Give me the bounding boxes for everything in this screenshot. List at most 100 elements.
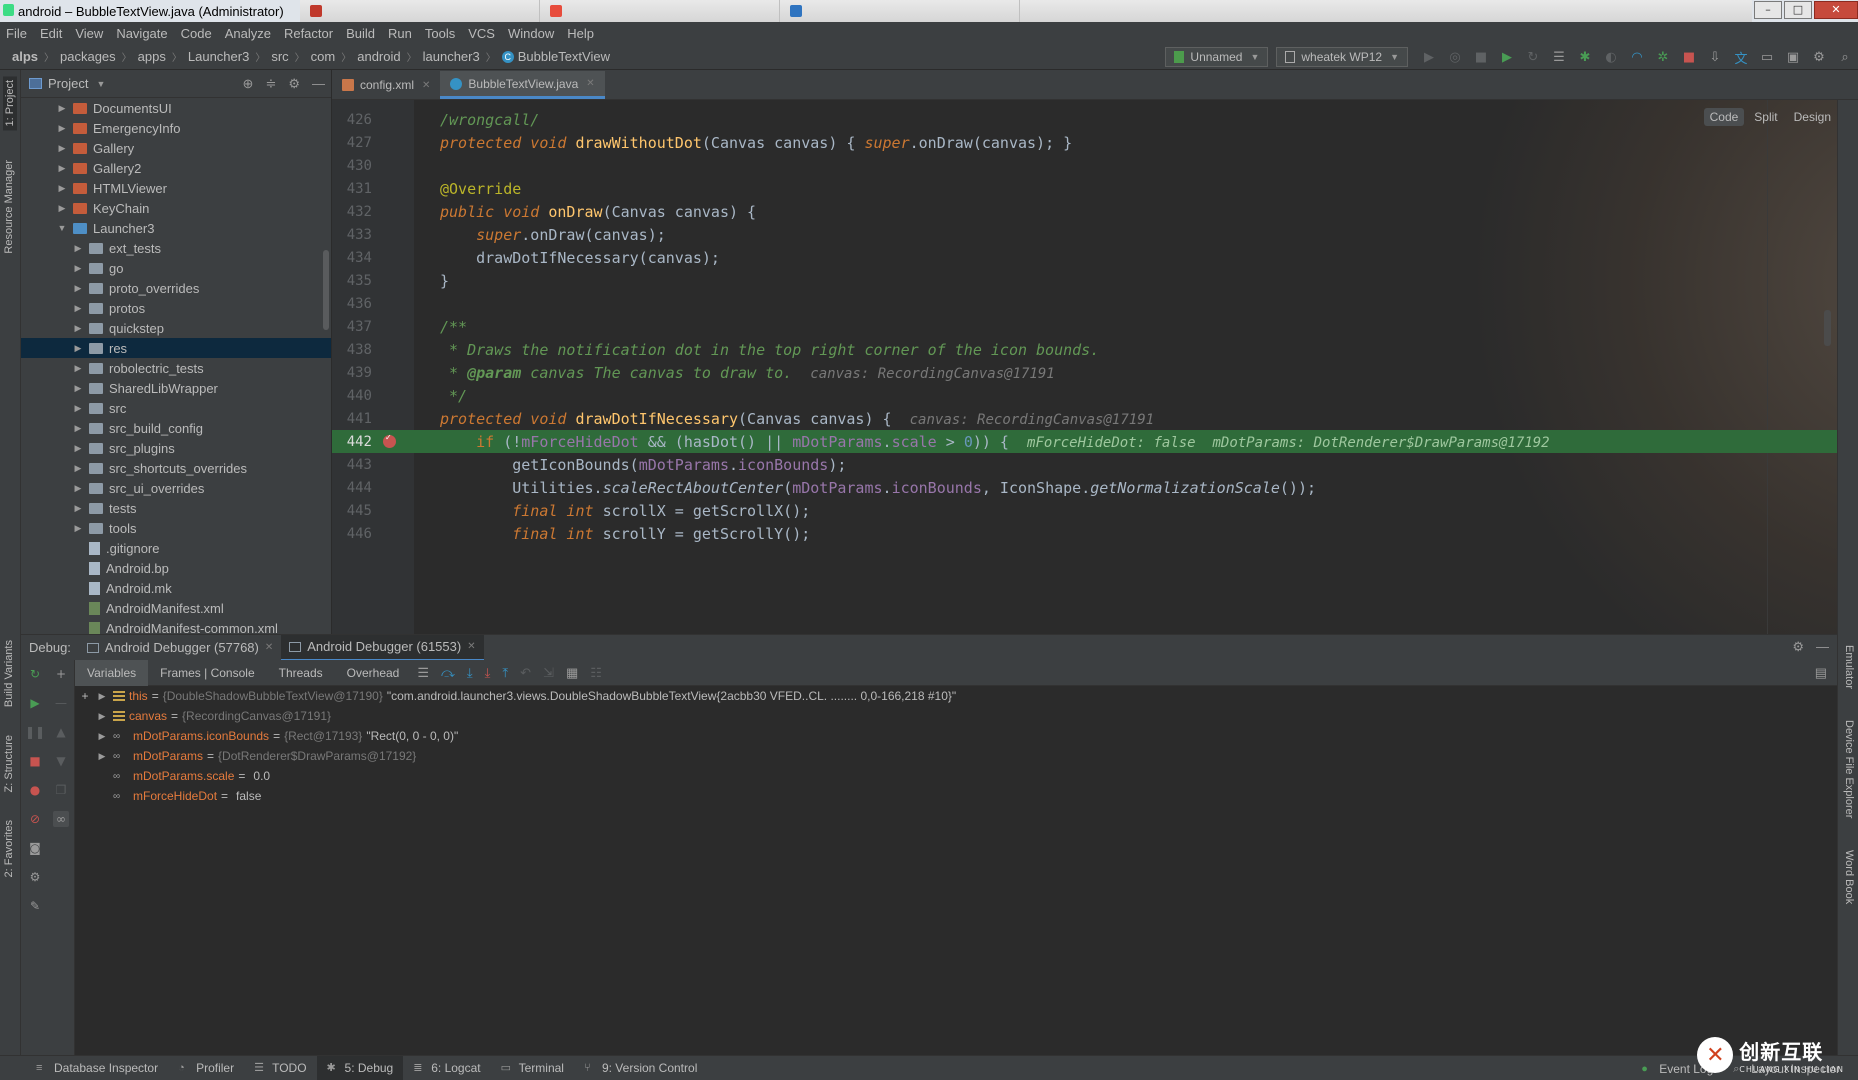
device-manager-icon[interactable]: ⚙ — [1810, 48, 1828, 66]
close-icon[interactable]: ✕ — [586, 78, 594, 89]
pause-icon[interactable]: ❚❚ — [25, 724, 45, 740]
tree-item[interactable]: ▶ src_ui_overrides — [21, 478, 331, 498]
tool-tab-project[interactable]: 1: Project — [3, 76, 17, 131]
breadcrumb-item[interactable]: apps — [138, 49, 166, 64]
breadcrumb-item[interactable]: android — [357, 49, 400, 64]
tool-tab-build-variants[interactable]: Build Variants — [3, 640, 15, 707]
step-out-icon[interactable]: ⤒ — [502, 665, 508, 681]
variable-row[interactable]: ▶ ∞ mDotParams.iconBounds = {Rect@17193} "Rec… — [75, 726, 1837, 746]
close-icon[interactable]: ✕ — [422, 80, 430, 91]
menu-item-analyze[interactable]: Analyze — [225, 26, 271, 41]
menu-item-vcs[interactable]: VCS — [468, 26, 495, 41]
move-down-icon[interactable]: ▼ — [53, 753, 69, 769]
code-line[interactable]: 438 * Draws the notification dot in the … — [332, 338, 1837, 361]
tree-item[interactable]: .gitignore — [21, 538, 331, 558]
drop-frame-icon[interactable]: ↶ — [520, 665, 531, 681]
minimize-button[interactable]: – — [1754, 1, 1782, 19]
chevron-right-icon[interactable]: ▶ — [95, 711, 109, 722]
pin-icon[interactable]: ✎ — [27, 898, 43, 914]
chevron-right-icon[interactable]: ▶ — [95, 691, 109, 702]
stop-icon[interactable]: ■ — [27, 753, 43, 769]
chevron-right-icon[interactable]: ▶ — [71, 243, 85, 254]
tree-item[interactable]: ▶ tools — [21, 518, 331, 538]
sync-icon[interactable]: ⇩ — [1706, 48, 1724, 66]
avd-manager-icon[interactable]: ▭ — [1758, 48, 1776, 66]
chevron-right-icon[interactable]: ▶ — [55, 163, 69, 174]
collapse-all-icon[interactable]: ≑ — [265, 76, 276, 92]
project-view-selector[interactable]: Project — [48, 76, 88, 91]
tree-item[interactable]: ▶ quickstep — [21, 318, 331, 338]
chevron-right-icon[interactable]: ▶ — [71, 423, 85, 434]
code-line[interactable]: 431 @Override — [332, 177, 1837, 200]
code-line[interactable]: 436 — [332, 292, 1837, 315]
chevron-right-icon[interactable]: ▶ — [55, 103, 69, 114]
hide-icon[interactable]: — — [1816, 639, 1829, 655]
chevron-right-icon[interactable]: ▶ — [55, 143, 69, 154]
translate-icon[interactable]: 文 — [1732, 48, 1750, 67]
chevron-right-icon[interactable]: ▶ — [95, 751, 109, 762]
force-step-into-icon[interactable]: ⤓ — [485, 665, 491, 681]
mode-code-button[interactable]: Code — [1703, 108, 1745, 126]
mode-split-button[interactable]: Split — [1748, 108, 1783, 126]
code-line[interactable]: 435} — [332, 269, 1837, 292]
debug-icon[interactable]: ✱ — [1576, 48, 1594, 66]
chevron-down-icon[interactable]: ▼ — [55, 223, 69, 233]
tool-button-terminal[interactable]: ▭ Terminal — [491, 1056, 574, 1080]
menu-item-tools[interactable]: Tools — [425, 26, 455, 41]
run-config-combo[interactable]: Unnamed ▼ — [1165, 47, 1269, 67]
tree-item[interactable]: ▶ EmergencyInfo — [21, 118, 331, 138]
tool-button-database-inspector[interactable]: ≡ Database Inspector — [26, 1056, 168, 1080]
show-execution-point-icon[interactable]: ☰ — [417, 665, 429, 681]
duplicate-watch-icon[interactable]: ❐ — [53, 782, 69, 798]
close-icon[interactable]: ✕ — [467, 641, 475, 652]
chevron-right-icon[interactable]: ▶ — [55, 123, 69, 134]
menu-item-build[interactable]: Build — [346, 26, 375, 41]
resume-icon[interactable]: ▶ — [27, 695, 43, 711]
tree-item[interactable]: ▶ tests — [21, 498, 331, 518]
code-line[interactable]: 441 protected void drawDotIfNecessary(Can… — [332, 407, 1837, 430]
view-breakpoints-icon[interactable]: ● — [27, 782, 43, 798]
move-up-icon[interactable]: ▲ — [53, 724, 69, 740]
layout-icon[interactable]: ▤ — [1815, 665, 1827, 681]
tree-item[interactable]: Android.mk — [21, 578, 331, 598]
menu-item-refactor[interactable]: Refactor — [284, 26, 333, 41]
code-line[interactable]: 439 * @param canvas The canvas to draw t… — [332, 361, 1837, 384]
chevron-right-icon[interactable]: ▶ — [95, 731, 109, 742]
tree-item[interactable]: ▶ Gallery — [21, 138, 331, 158]
code-editor[interactable]: Code Split Design 426/wrongcall/427 protect… — [332, 100, 1837, 634]
stop-icon[interactable]: ■ — [1680, 48, 1698, 66]
code-line[interactable]: 430 — [332, 154, 1837, 177]
code-line[interactable]: 433 super.onDraw(canvas); — [332, 223, 1837, 246]
mode-design-button[interactable]: Design — [1788, 108, 1837, 126]
tool-tab-device-file-explorer[interactable]: Device File Explorer — [1843, 720, 1855, 818]
code-line[interactable]: 444 Utilities.scaleRectAboutCenter(mDotP… — [332, 476, 1837, 499]
step-into-icon[interactable]: ⤓ — [467, 665, 473, 681]
variable-row[interactable]: ∞ mForceHideDot = false — [75, 786, 1837, 806]
chevron-right-icon[interactable]: ▶ — [71, 403, 85, 414]
hide-icon[interactable]: — — [312, 76, 325, 92]
tree-item[interactable]: ▶ KeyChain — [21, 198, 331, 218]
chevron-right-icon[interactable]: ▶ — [71, 483, 85, 494]
tree-item[interactable]: ▶ protos — [21, 298, 331, 318]
tree-item[interactable]: ▶ res — [21, 338, 331, 358]
variable-row[interactable]: ▶ ∞ mDotParams = {DotRenderer$DrawParams@171… — [75, 746, 1837, 766]
chevron-right-icon[interactable]: ▶ — [71, 523, 85, 534]
chevron-right-icon[interactable]: ▶ — [71, 463, 85, 474]
menu-item-file[interactable]: File — [6, 26, 27, 41]
code-line[interactable]: 445 final int scrollX = getScrollX(); — [332, 499, 1837, 522]
locate-icon[interactable]: ⊕ — [243, 76, 254, 92]
menu-item-help[interactable]: Help — [567, 26, 594, 41]
profile-icon[interactable]: ◠ — [1628, 48, 1646, 66]
debug-session-tab[interactable]: Android Debugger (61553) ✕ — [281, 634, 484, 661]
tree-item[interactable]: ▶ src_shortcuts_overrides — [21, 458, 331, 478]
chevron-right-icon[interactable]: ▶ — [71, 323, 85, 334]
menu-item-navigate[interactable]: Navigate — [116, 26, 167, 41]
code-line[interactable]: 446 final int scrollY = getScrollY(); — [332, 522, 1837, 545]
close-button[interactable]: ✕ — [1814, 1, 1858, 19]
chevron-right-icon[interactable]: ▶ — [71, 263, 85, 274]
sdk-manager-icon[interactable]: ▣ — [1784, 48, 1802, 66]
tool-tab-structure[interactable]: Z: Structure — [3, 735, 15, 792]
tree-item[interactable]: ▶ src_build_config — [21, 418, 331, 438]
code-line[interactable]: 427 protected void drawWithoutDot(Canvas … — [332, 131, 1837, 154]
tree-item[interactable]: ▶ src_plugins — [21, 438, 331, 458]
